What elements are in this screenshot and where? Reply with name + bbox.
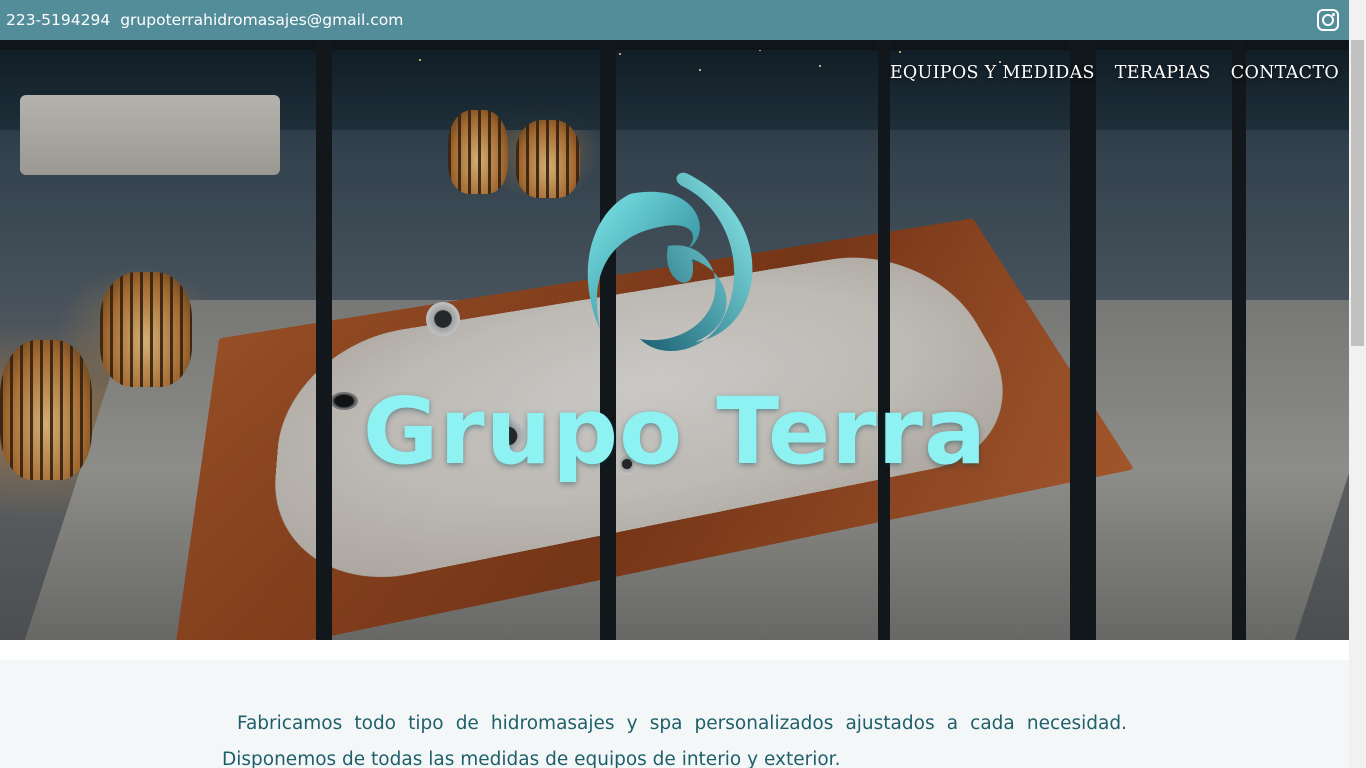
nav-terapias[interactable]: TERAPIAS [1115, 63, 1211, 83]
brand-title: Grupo Terra [362, 378, 988, 485]
intro-text: Fabricamos todo tipo de hidromasajes y s… [222, 713, 1127, 768]
phone-number[interactable]: 223-5194294 [6, 11, 110, 29]
scrollbar-thumb[interactable] [1351, 40, 1364, 346]
email-link[interactable]: grupoterrahidromasajes@gmail.com [120, 11, 403, 29]
nav-contacto[interactable]: CONTACTO [1231, 63, 1339, 83]
wave-logo-icon [587, 172, 753, 351]
nav-equipos-y-medidas[interactable]: EQUIPOS Y MEDIDAS [890, 63, 1095, 83]
main-nav: EQUIPOS Y MEDIDAS TERAPIAS CONTACTO [890, 63, 1339, 83]
contact-bar: 223-5194294 grupoterrahidromasajes@gmail… [0, 0, 1349, 40]
intro-section: Fabricamos todo tipo de hidromasajes y s… [0, 660, 1349, 768]
page: 223-5194294 grupoterrahidromasajes@gmail… [0, 0, 1366, 768]
hero-banner: EQUIPOS Y MEDIDAS TERAPIAS CONTACTO Grup… [0, 40, 1349, 640]
instagram-icon[interactable] [1317, 9, 1339, 31]
page-scrollbar[interactable] [1349, 0, 1366, 768]
